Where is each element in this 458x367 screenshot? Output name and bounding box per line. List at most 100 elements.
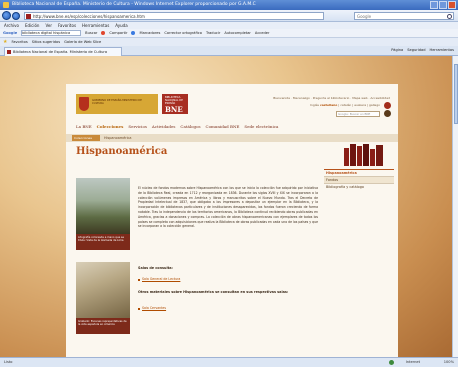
google-acceder-button[interactable]: Acceder (255, 31, 270, 35)
site-header: GOBIERNO DE ESPAÑA MINISTERIO DE CULTURA… (66, 84, 398, 132)
sidebar-heading[interactable]: Hispanoamérica (324, 169, 394, 176)
search-go-icon[interactable] (384, 110, 391, 117)
menu-herramientas[interactable]: Herramientas (82, 22, 109, 29)
nav-actividades[interactable]: Actividades (152, 124, 175, 129)
command-pagina[interactable]: Página (391, 48, 403, 52)
menu-edicion[interactable]: Edición (25, 22, 39, 29)
scrollbar-thumb[interactable] (454, 64, 458, 124)
breadcrumb-colecciones[interactable]: Colecciones (72, 135, 100, 141)
browser-search-placeholder: Google (357, 14, 372, 19)
menu-favoritos[interactable]: Favoritos (58, 22, 76, 29)
favorites-star-icon[interactable]: ★ (3, 39, 7, 45)
site-search-input[interactable]: Google: Buscar en BNE (336, 111, 380, 117)
books-illustration-icon (344, 144, 386, 166)
ie-icon (3, 2, 9, 8)
window-controls (430, 1, 456, 9)
favorites-label[interactable]: Favoritos (11, 40, 27, 44)
lang-castellano[interactable]: castellano (320, 103, 337, 107)
intro-paragraph: El núcleo de fondos modernos sobre Hispa… (138, 186, 318, 229)
command-bar: Página Seguridad Herramientas (391, 48, 454, 52)
favorites-item-sugeridos[interactable]: Sitios sugeridos (32, 40, 60, 44)
bullet (138, 279, 140, 281)
back-button[interactable] (2, 11, 11, 20)
maximize-button[interactable] (439, 1, 447, 9)
page-viewport: GOBIERNO DE ESPAÑA MINISTERIO DE CULTURA… (0, 56, 452, 357)
bne-page: GOBIERNO DE ESPAÑA MINISTERIO DE CULTURA… (66, 84, 398, 357)
google-corrector-button[interactable]: Corrector ortográfico (164, 31, 202, 35)
breadcrumb: Colecciones Hispanoamérica (66, 134, 398, 142)
language-links[interactable]: Inglés castellano | catalán | euskera | … (310, 103, 380, 107)
sidebar: Hispanoamérica Fondos Bibliografía y cat… (324, 169, 394, 190)
url-input[interactable]: http://www.bne.es/esp/colecciones/hispan… (24, 12, 324, 20)
utility-links[interactable]: Bienvenida · Mecenazgo · Pregunte al bib… (273, 96, 390, 100)
favorites-item-webslice[interactable]: Galería de Web Slice (64, 40, 101, 44)
page-title: Hispanoamérica (76, 146, 168, 157)
breadcrumb-current: Hispanoamérica (104, 136, 132, 140)
internet-zone-icon (389, 360, 394, 365)
address-bar: http://www.bne.es/esp/colecciones/hispan… (0, 10, 458, 22)
favorites-bar: ★ Favoritos Sitios sugeridos Galería de … (0, 38, 458, 46)
google-toolbar: Google biblioteca digital hispánica Busc… (0, 29, 458, 38)
sidebar-item-bibliografia[interactable]: Bibliografía y catálogo (324, 183, 394, 190)
menu-bar: Archivo Edición Ver Favoritos Herramient… (0, 22, 458, 29)
bookmark-icon[interactable] (131, 31, 136, 35)
coat-of-arms-icon (79, 97, 89, 111)
search-icon[interactable] (447, 14, 452, 19)
image-caption-b: Grabado: Escenas representativas de la v… (76, 318, 130, 334)
minimize-button[interactable] (430, 1, 438, 9)
rss-icon[interactable] (384, 102, 391, 109)
main-navigation: La BNE Colecciones Servicios Actividades… (76, 124, 278, 129)
tab-bar: Biblioteca Nacional de España. Ministeri… (0, 46, 458, 56)
site-search-placeholder: Google: Buscar en BNE (338, 112, 371, 116)
nav-la-bne[interactable]: La BNE (76, 124, 92, 129)
google-marcadores-button[interactable]: Marcadores (139, 31, 160, 35)
google-traducir-button[interactable]: Traducir (206, 31, 220, 35)
tab-favicon-icon (7, 50, 11, 54)
salas-heading: Salas de consulta: (138, 266, 173, 270)
command-seguridad[interactable]: Seguridad (407, 48, 425, 52)
nav-catalogos[interactable]: Catálogos (180, 124, 200, 129)
bne-logo-small-text: BIBLIOTECA NACIONAL DE ESPAÑA (165, 96, 183, 105)
link-sala-general[interactable]: Sala General de Lectura (142, 277, 180, 281)
nav-servicios[interactable]: Servicios (128, 124, 147, 129)
bullet (138, 308, 140, 310)
url-text: http://www.bne.es/esp/colecciones/hispan… (33, 14, 145, 19)
google-search-input[interactable]: biblioteca digital hispánica (21, 30, 82, 36)
lang-others[interactable]: | catalán | euskera | gallego (338, 103, 380, 107)
bne-logo[interactable]: BIBLIOTECA NACIONAL DE ESPAÑA BNE (162, 94, 188, 114)
security-zone[interactable]: Internet (406, 358, 420, 367)
menu-ver[interactable]: Ver (45, 22, 52, 29)
menu-archivo[interactable]: Archivo (4, 22, 19, 29)
link-sala-cervantes[interactable]: Sala Cervantes (142, 306, 166, 310)
nav-comunidad[interactable]: Comunidad BNE (206, 124, 240, 129)
lima-lithograph-image (76, 178, 130, 234)
gobierno-logo[interactable]: GOBIERNO DE ESPAÑA MINISTERIO DE CULTURA (76, 94, 158, 114)
browser-search-input[interactable]: Google (354, 12, 454, 20)
zoom-level[interactable]: 100% (444, 358, 454, 367)
bne-logo-big-text: BNE (165, 105, 183, 114)
close-button[interactable] (448, 1, 456, 9)
sidebar-item-fondos[interactable]: Fondos (324, 176, 394, 183)
google-autocompletar-button[interactable]: Autocompletar (224, 31, 251, 35)
nav-colecciones[interactable]: Colecciones (97, 124, 124, 129)
google-compartir-button[interactable]: Compartir (109, 31, 127, 35)
tab-bne[interactable]: Biblioteca Nacional de España. Ministeri… (4, 47, 122, 56)
status-text: Listo (4, 360, 13, 364)
window-titlebar: Biblioteca Nacional de España. Ministeri… (0, 0, 458, 10)
forward-button[interactable] (12, 12, 20, 20)
lang-ingles[interactable]: Inglés (310, 103, 319, 107)
engraving-image (76, 262, 130, 318)
tab-label: Biblioteca Nacional de España. Ministeri… (13, 50, 108, 54)
vertical-scrollbar[interactable] (452, 56, 458, 357)
google-buscar-button[interactable]: Buscar (85, 31, 97, 35)
google-logo: Google (3, 31, 18, 35)
google-plus-icon[interactable] (101, 31, 106, 35)
window-title: Biblioteca Nacional de España. Ministeri… (12, 2, 256, 7)
nav-sede[interactable]: Sede electrónica (244, 124, 278, 129)
gobierno-logo-text: GOBIERNO DE ESPAÑA MINISTERIO DE CULTURA (92, 99, 142, 105)
page-favicon-icon (26, 14, 31, 19)
menu-ayuda[interactable]: Ayuda (115, 22, 127, 29)
command-herramientas[interactable]: Herramientas (430, 48, 454, 52)
status-bar: Listo Internet 100% (0, 357, 458, 367)
otros-materiales-heading: Otros materiales sobre Hispanoamérica se… (138, 290, 289, 294)
